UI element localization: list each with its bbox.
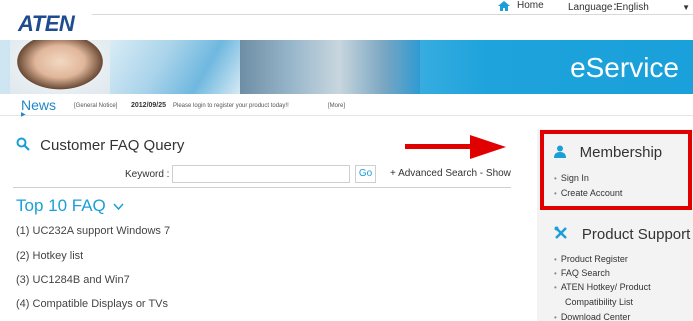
go-button[interactable]: Go [355,165,376,183]
download-center-label: Download Center [560,312,631,321]
create-account-label: Create Account [560,188,623,198]
faq-item[interactable]: (2) Hotkey list [16,250,83,262]
bullet-icon: • [554,283,557,292]
product-support-title: Product Support [554,226,690,243]
sign-in-label: Sign In [560,173,589,183]
banner-photo-touchscreen [110,40,240,94]
keyword-input[interactable] [172,165,350,183]
sign-in-link[interactable]: • Sign In [554,173,589,183]
create-account-link[interactable]: • Create Account [554,188,622,198]
top10-title: Top 10 FAQ [16,196,106,215]
annotation-arrow-shaft [405,144,470,149]
faq-item[interactable]: (1) UC232A support Windows 7 [16,225,170,237]
news-bar: News ▶ [General Notice] 2012/09/25 Pleas… [0,94,693,118]
header-divider [92,14,693,15]
chevron-down-icon: ▼ [682,3,690,12]
language-select-value: English [616,2,649,13]
faq-search-link[interactable]: • FAQ Search [554,268,610,278]
banner-title: eService [570,52,679,83]
hotkey-compatibility-link[interactable]: • ATEN Hotkey/ Product [554,282,651,292]
membership-label: Membership [579,144,663,161]
membership-title: Membership [554,144,662,161]
annotation-arrow-head [470,135,506,159]
bullet-icon: • [554,189,557,198]
home-link[interactable]: Home [517,0,544,12]
news-title: News [21,97,57,113]
advanced-search-toggle[interactable]: + Advanced Search - Show [390,168,511,179]
home-icon[interactable] [497,0,511,12]
faq-divider [13,187,511,188]
user-icon [554,145,570,160]
top10-faq-header[interactable]: Top 10 FAQ [16,196,124,216]
faq-search-label: FAQ Search [560,268,610,278]
news-text[interactable]: Please login to register your product to… [173,103,289,109]
faq-item[interactable]: (3) UC1284B and Win7 [16,274,130,286]
faq-query-title: Customer FAQ Query [16,137,184,154]
keyword-label: Keyword : [125,169,170,180]
news-type: [General Notice] [74,103,118,109]
download-center-link[interactable]: • Download Center [554,312,630,321]
eservice-banner: eService [0,40,693,94]
hotkey-label: ATEN Hotkey/ Product [560,282,651,292]
bullet-icon: • [554,255,557,264]
top-bar: ATEN Home Language： English ▼ [0,0,693,40]
news-more-link[interactable]: [More] [328,103,345,109]
product-register-label: Product Register [560,254,628,264]
faq-item[interactable]: (4) Compatible Displays or TVs [16,298,168,310]
membership-highlight-box [540,130,692,210]
language-select[interactable]: English ▼ [614,1,692,15]
bullet-icon: • [554,174,557,183]
banner-photo-support-agent [10,40,110,94]
search-icon [16,137,34,154]
faq-query-label: Customer FAQ Query [40,137,185,154]
bullet-icon: • [554,313,557,321]
compatibility-list-link[interactable]: Compatibility List [565,297,633,307]
news-bullet-icon: ▶ [21,112,26,118]
bullet-icon: • [554,269,557,278]
tools-icon [554,226,572,242]
news-date: 2012/09/25 [131,102,167,109]
compatibility-list-label: Compatibility List [565,297,634,307]
chevron-down-icon [110,202,124,214]
banner-photo-handshake [240,40,420,94]
aten-logo[interactable]: ATEN [18,11,75,37]
product-register-link[interactable]: • Product Register [554,254,628,264]
product-support-label: Product Support [581,226,691,243]
